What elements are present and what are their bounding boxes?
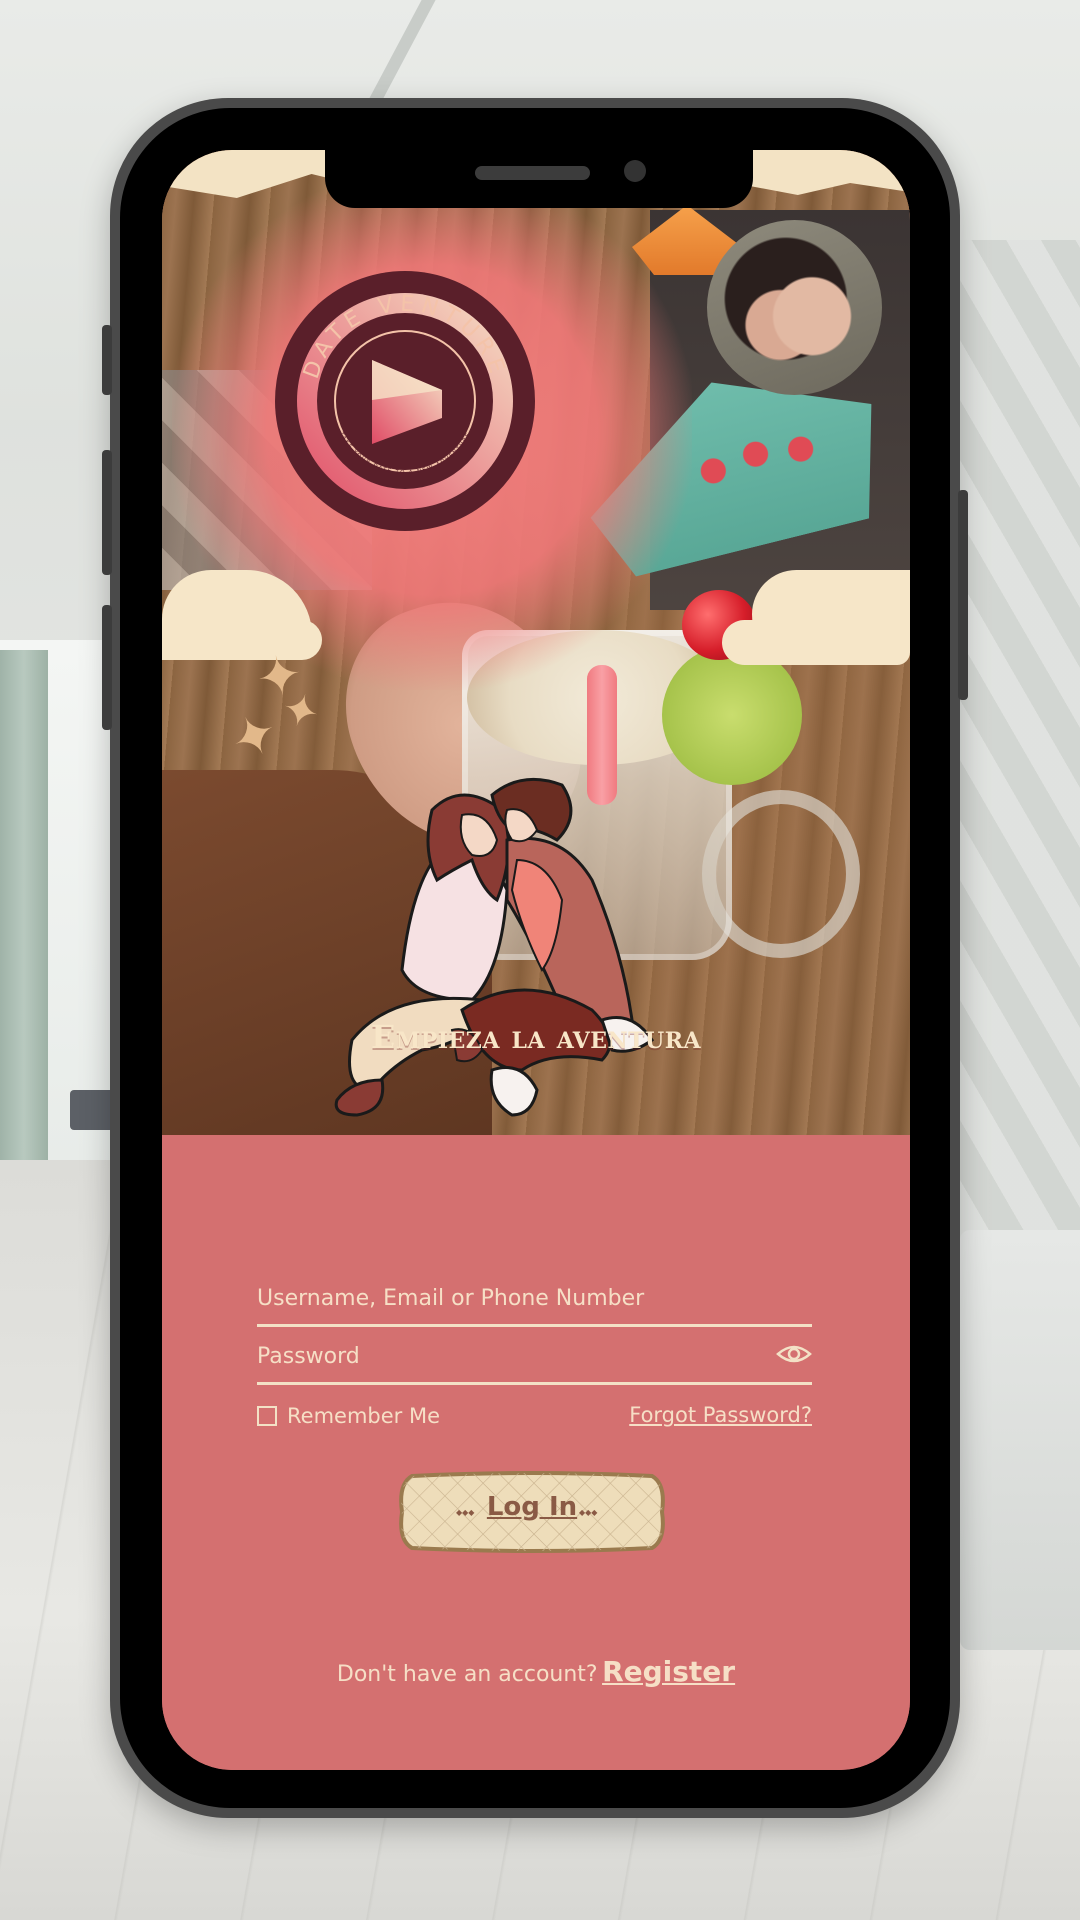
phone-camera <box>624 160 646 182</box>
cloud-right-tail <box>722 620 852 665</box>
power-button <box>958 490 968 700</box>
room-sofa <box>960 1230 1080 1650</box>
bird-icon: ✦ <box>221 700 288 774</box>
volume-down-button <box>102 605 112 730</box>
forgot-password-link[interactable]: Forgot Password? <box>629 1403 812 1427</box>
login-decoration-right: ◆◆◆ <box>579 1508 598 1517</box>
couple-illustration <box>334 777 655 1117</box>
phone-speaker <box>475 166 590 180</box>
login-button[interactable]: ◆◆◆ Log In ◆◆◆ <box>394 1470 670 1554</box>
remember-me-checkbox[interactable] <box>257 1406 277 1426</box>
hero-photo: ✦ ✦ ✦ DATE VENTURE TAKE YOUR DATE TO A N… <box>162 150 910 1150</box>
room-curtain <box>0 650 48 1170</box>
register-row: Don't have an account? Register <box>162 1655 910 1688</box>
username-field <box>257 1278 812 1327</box>
room-wall <box>960 240 1080 1240</box>
couple-photo-circle <box>707 220 882 395</box>
password-field <box>257 1336 812 1385</box>
page-title: Empieza la aventura <box>370 1018 702 1056</box>
remember-me-label: Remember Me <box>287 1404 440 1428</box>
username-input[interactable] <box>257 1278 812 1318</box>
register-link[interactable]: Register <box>602 1655 735 1688</box>
login-button-label: Log In <box>486 1492 578 1522</box>
eye-icon[interactable] <box>776 1342 812 1366</box>
mute-switch <box>102 325 112 395</box>
password-input[interactable] <box>257 1336 757 1376</box>
register-prompt: Don't have an account? <box>336 1662 598 1687</box>
volume-up-button <box>102 450 112 575</box>
remember-me[interactable]: Remember Me <box>257 1401 440 1431</box>
date-venture-logo: DATE VENTURE TAKE YOUR DATE TO A NEW ADV… <box>275 271 535 531</box>
